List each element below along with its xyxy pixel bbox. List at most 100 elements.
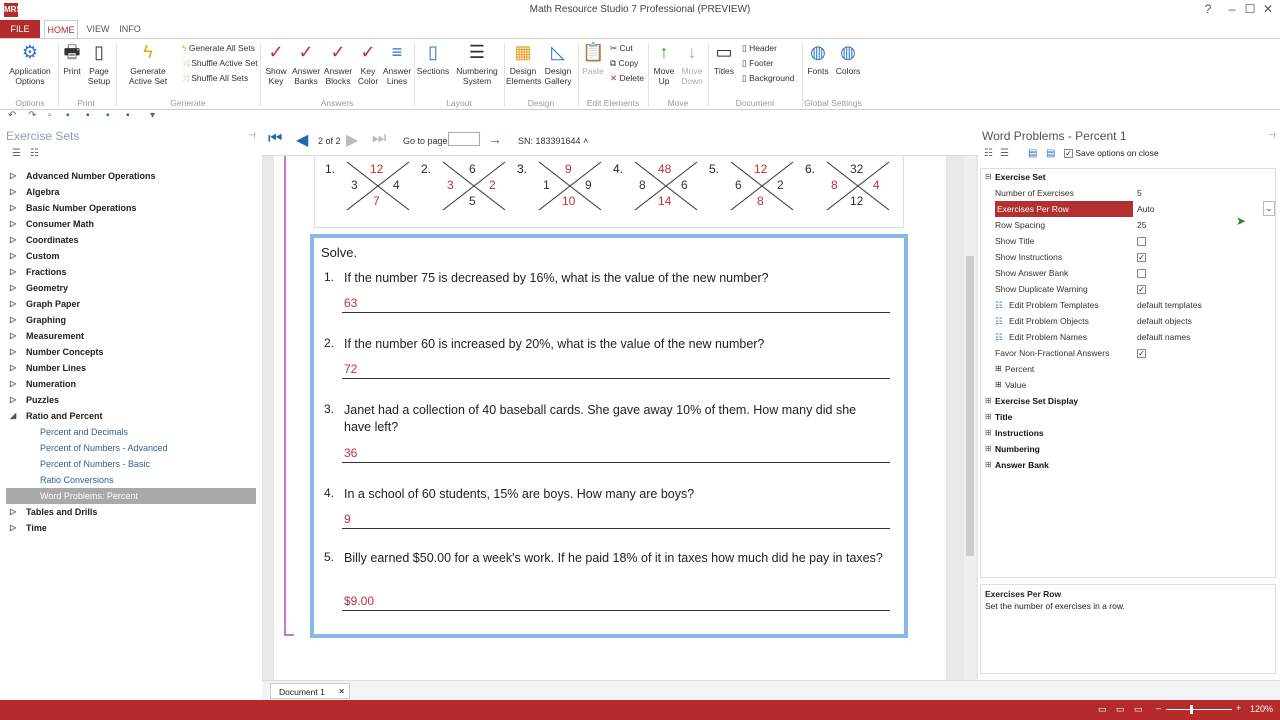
tree-item[interactable]: ▷ Advanced Number Operations [6,168,256,184]
next-page-button[interactable]: ▶ [346,130,358,150]
titles-button[interactable]: ▭ Titles [710,41,738,76]
property-row[interactable]: Show Answer Bank [981,265,1275,281]
shuffle-all-sets-button[interactable]: ⤨ Shuffle All Sets [182,73,248,84]
vertical-scrollbar[interactable] [964,156,976,680]
property-row[interactable]: Favor Non-Fractional Answers ✓ [981,345,1275,361]
subcategory-percent[interactable]: ⊞ Percent [981,361,1275,377]
events-icon[interactable]: ▤ [1046,148,1055,159]
expand-icon[interactable]: ⊞ [985,441,992,457]
expand-icon[interactable]: ⊞ [985,409,992,425]
key-color-button[interactable]: ✓ Key Color [356,41,380,86]
category[interactable]: ⊞ Title [981,409,1275,425]
show-duplicate-warning-checkbox[interactable]: ✓ [1137,285,1146,295]
fonts-button[interactable]: ◍ Fonts [804,41,832,76]
category[interactable]: ⊞ Exercise Set Display [981,393,1275,409]
subcategory-value[interactable]: ⊞ Value [981,377,1275,393]
tree-item[interactable]: ▷ Measurement [6,328,256,344]
design-elements-button[interactable]: ▦ Design Elements [506,41,541,86]
tab-document-1[interactable]: Document 1 ✕ [270,683,350,699]
show-instructions-checkbox[interactable]: ✓ [1137,253,1146,263]
close-button[interactable]: ✕ [1256,2,1280,16]
solve-section[interactable]: Solve. 1. If the number 75 is decreased … [310,234,908,638]
footer-button[interactable]: ▯ Footer [742,58,774,69]
tab-file[interactable]: FILE [0,20,40,38]
header-button[interactable]: ▯ Header [742,43,777,54]
expand-icon[interactable]: ⊞ [995,361,1002,377]
collapse-all-icon[interactable]: ☷ [30,148,39,159]
property-row[interactable]: Edit Problem Names ☷ default names [981,329,1275,345]
alphabetical-icon[interactable]: ☰ [1000,148,1009,159]
shuffle-active-set-button[interactable]: ⤨ Shuffle Active Set [182,58,258,69]
new-icon[interactable]: ▫ [48,110,52,121]
cut-button[interactable]: ✂ Cut [610,43,633,54]
page-setup-button[interactable]: ▯ Page Setup [86,41,112,86]
numbering-system-button[interactable]: ☰ Numbering System [454,41,500,86]
prev-page-button[interactable]: ◀ [296,130,308,150]
tree-item[interactable]: ▷ Coordinates [6,232,256,248]
goto-page-input[interactable] [448,132,480,146]
design-gallery-button[interactable]: ◺ Design Gallery [542,41,574,86]
properties-icon[interactable]: ▤ [1028,148,1037,159]
tree-item[interactable]: ▷ Basic Number Operations [6,200,256,216]
tree-item[interactable]: ▷ Number Concepts [6,344,256,360]
tab-home[interactable]: HOME [44,20,78,38]
colors-button[interactable]: ◍ Colors [834,41,862,76]
show-title-checkbox[interactable] [1137,237,1146,247]
go-arrow-icon[interactable]: → [488,131,502,147]
property-row[interactable]: Edit Problem Objects ☷ default objects [981,313,1275,329]
tree-item[interactable]: ▷ Consumer Math [6,216,256,232]
application-options-button[interactable]: ⚙ Application Options [6,41,54,86]
property-row[interactable]: Row Spacing 25 [981,217,1275,233]
category[interactable]: ⊞ Instructions [981,425,1275,441]
tab-info[interactable]: INFO [116,20,144,38]
pin-icon[interactable]: ⊣ [248,130,256,141]
property-row[interactable]: Edit Problem Templates ☷ default templates [981,297,1275,313]
property-row[interactable]: Number of Exercises 5 [981,185,1275,201]
tree-item[interactable]: ▷ Numeration [6,376,256,392]
expand-all-icon[interactable]: ☰ [12,148,21,159]
dropdown-chevron-icon[interactable]: ⌄ [1263,201,1275,216]
tree-item[interactable]: ▷ Time [6,520,256,536]
tree-item-ratio-and-percent[interactable]: ◢ Ratio and Percent [6,408,256,424]
answer-blocks-button[interactable]: ✓ Answer Blocks [322,41,354,86]
customize-icon[interactable]: ▾ [150,110,155,121]
move-up-button[interactable]: ↑ Move Up [650,41,678,86]
expand-icon[interactable]: ⊞ [985,393,992,409]
tree-subitem-selected[interactable]: Word Problems: Percent [6,488,256,504]
tree-item[interactable]: ▷ Puzzles [6,392,256,408]
tree-item[interactable]: ▷ Graph Paper [6,296,256,312]
property-row[interactable]: Show Title [981,233,1275,249]
property-row[interactable]: Show Duplicate Warning ✓ [981,281,1275,297]
scroll-thumb[interactable] [966,256,974,556]
paste-button[interactable]: 📋 Paste [580,41,606,76]
copy-button[interactable]: ⧉ Copy [610,58,638,69]
zoom-in-button[interactable]: + [1236,703,1241,713]
tree-subitem[interactable]: Percent and Decimals [6,424,256,440]
last-page-button[interactable]: ⏭ [372,130,386,148]
tree-item[interactable]: ▷ Algebra [6,184,256,200]
view-icon[interactable]: ▭ [1098,704,1107,715]
answer-lines-button[interactable]: ≡ Answer Lines [382,41,412,86]
tree-item[interactable]: ▷ Geometry [6,280,256,296]
sections-button[interactable]: ▯ Sections [416,41,450,76]
save-options-checkbox[interactable]: ✓ Save options on close [1064,148,1159,159]
first-page-button[interactable]: ⏮ [268,130,282,148]
show-answer-bank-checkbox[interactable] [1137,269,1146,279]
save-all-icon[interactable]: ▪ [126,110,130,121]
save-as-icon[interactable]: ▪ [106,110,110,121]
tree-item[interactable]: ▷ Fractions [6,264,256,280]
generate-all-sets-button[interactable]: ϟ Generate All Sets [182,43,255,53]
tree-subitem[interactable]: Percent of Numbers - Basic [6,456,256,472]
categorized-icon[interactable]: ☷ [984,148,993,159]
undo-icon[interactable]: ↶ [8,110,16,121]
close-tab-icon[interactable]: ✕ [338,684,345,700]
move-down-button[interactable]: ↓ Move Down [678,41,706,86]
redo-icon[interactable]: ↷ [28,110,36,121]
property-row-selected[interactable]: Exercises Per Row Auto ⌄ [981,201,1275,217]
answer-banks-button[interactable]: ✓ Answer Banks [292,41,320,86]
property-row[interactable]: Show Instructions ✓ [981,249,1275,265]
category[interactable]: ⊞ Numbering [981,441,1275,457]
favor-non-fractional-checkbox[interactable]: ✓ [1137,349,1146,359]
tab-view[interactable]: VIEW [84,20,112,38]
tree-subitem[interactable]: Percent of Numbers - Advanced [6,440,256,456]
